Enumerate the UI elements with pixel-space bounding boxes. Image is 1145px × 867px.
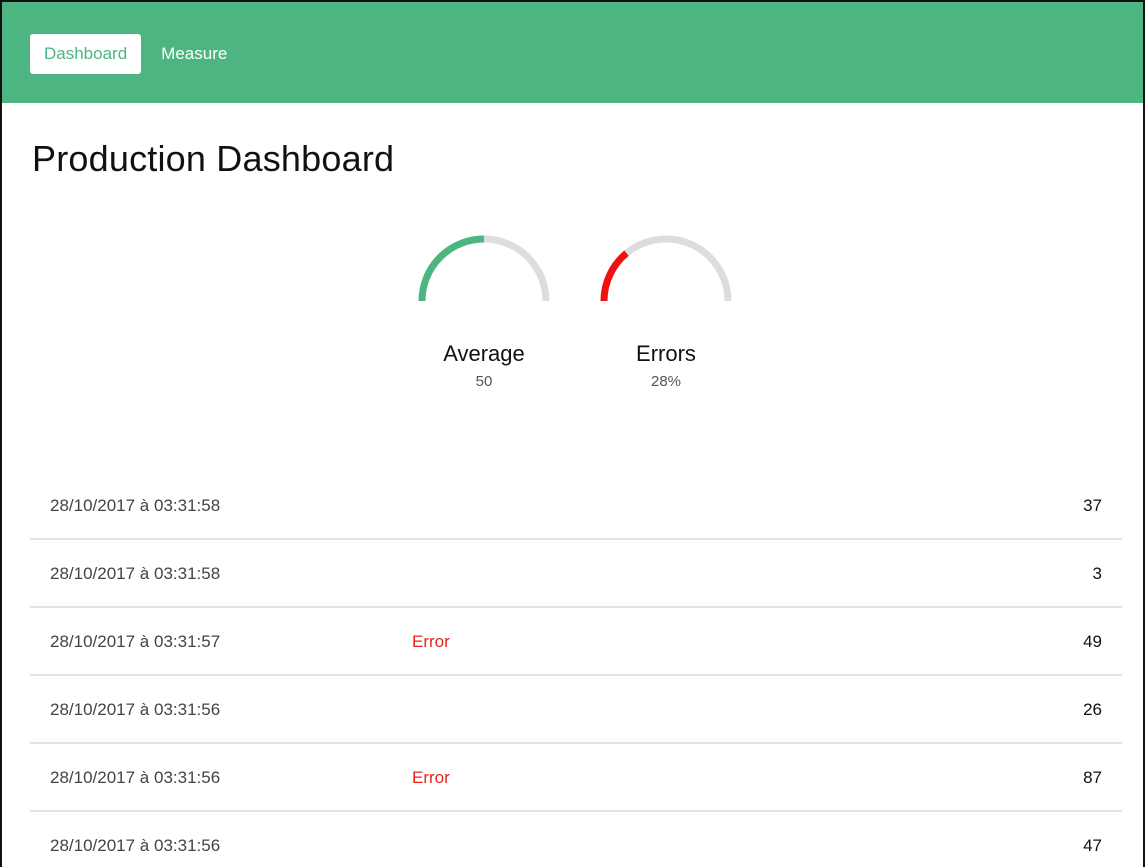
gauge-average-fill bbox=[418, 235, 485, 302]
measure-timestamp: 28/10/2017 à 03:31:58 bbox=[50, 496, 221, 515]
page-title: Production Dashboard bbox=[32, 138, 395, 179]
measure-status: Error bbox=[412, 632, 450, 651]
gauge-average: Average 50 bbox=[417, 235, 551, 390]
measure-timestamp: 28/10/2017 à 03:31:56 bbox=[50, 700, 221, 719]
measure-timestamp: 28/10/2017 à 03:31:57 bbox=[50, 632, 221, 651]
measure-status: Error bbox=[412, 768, 450, 787]
list-item[interactable]: 28/10/2017 à 03:31:58 37 bbox=[30, 472, 1122, 540]
measure-value: 47 bbox=[1083, 836, 1102, 855]
gauge-average-value: 50 bbox=[475, 373, 493, 390]
gauge-average-track bbox=[418, 235, 550, 302]
gauge-errors-fill bbox=[600, 250, 629, 302]
measure-timestamp: 28/10/2017 à 03:31:56 bbox=[50, 836, 221, 855]
list-item[interactable]: 28/10/2017 à 03:31:58 3 bbox=[30, 540, 1122, 608]
main-nav: Dashboard Measure bbox=[30, 34, 247, 74]
app-window: Dashboard Measure Production Dashboard A… bbox=[0, 0, 1145, 867]
list-item[interactable]: 28/10/2017 à 03:31:56 Error 87 bbox=[30, 744, 1122, 812]
measure-value: 37 bbox=[1083, 496, 1102, 515]
gauge-errors: Errors 28% bbox=[599, 235, 733, 390]
measure-timestamp: 28/10/2017 à 03:31:56 bbox=[50, 768, 221, 787]
measure-timestamp: 28/10/2017 à 03:31:58 bbox=[50, 564, 221, 583]
nav-item-dashboard[interactable]: Dashboard bbox=[30, 34, 142, 74]
gauge-errors-value: 28% bbox=[650, 373, 682, 390]
list-item[interactable]: 28/10/2017 à 03:31:56 26 bbox=[30, 676, 1122, 744]
gauge-average-title: Average bbox=[443, 341, 525, 366]
gauge-errors-title: Errors bbox=[636, 341, 696, 366]
measure-value: 3 bbox=[1092, 564, 1102, 583]
gauge-errors-track bbox=[600, 235, 732, 302]
gauge-average-chart bbox=[418, 235, 550, 302]
gauge-errors-chart bbox=[600, 235, 732, 302]
measure-list: 28/10/2017 à 03:31:58 37 28/10/2017 à 03… bbox=[30, 472, 1122, 867]
top-navbar: Dashboard Measure bbox=[2, 2, 1143, 103]
nav-item-measure[interactable]: Measure bbox=[147, 34, 241, 74]
list-item[interactable]: 28/10/2017 à 03:31:56 47 bbox=[30, 812, 1122, 867]
list-item[interactable]: 28/10/2017 à 03:31:57 Error 49 bbox=[30, 608, 1122, 676]
measure-value: 87 bbox=[1083, 768, 1102, 787]
measure-value: 26 bbox=[1083, 700, 1102, 719]
measure-value: 49 bbox=[1083, 632, 1102, 651]
